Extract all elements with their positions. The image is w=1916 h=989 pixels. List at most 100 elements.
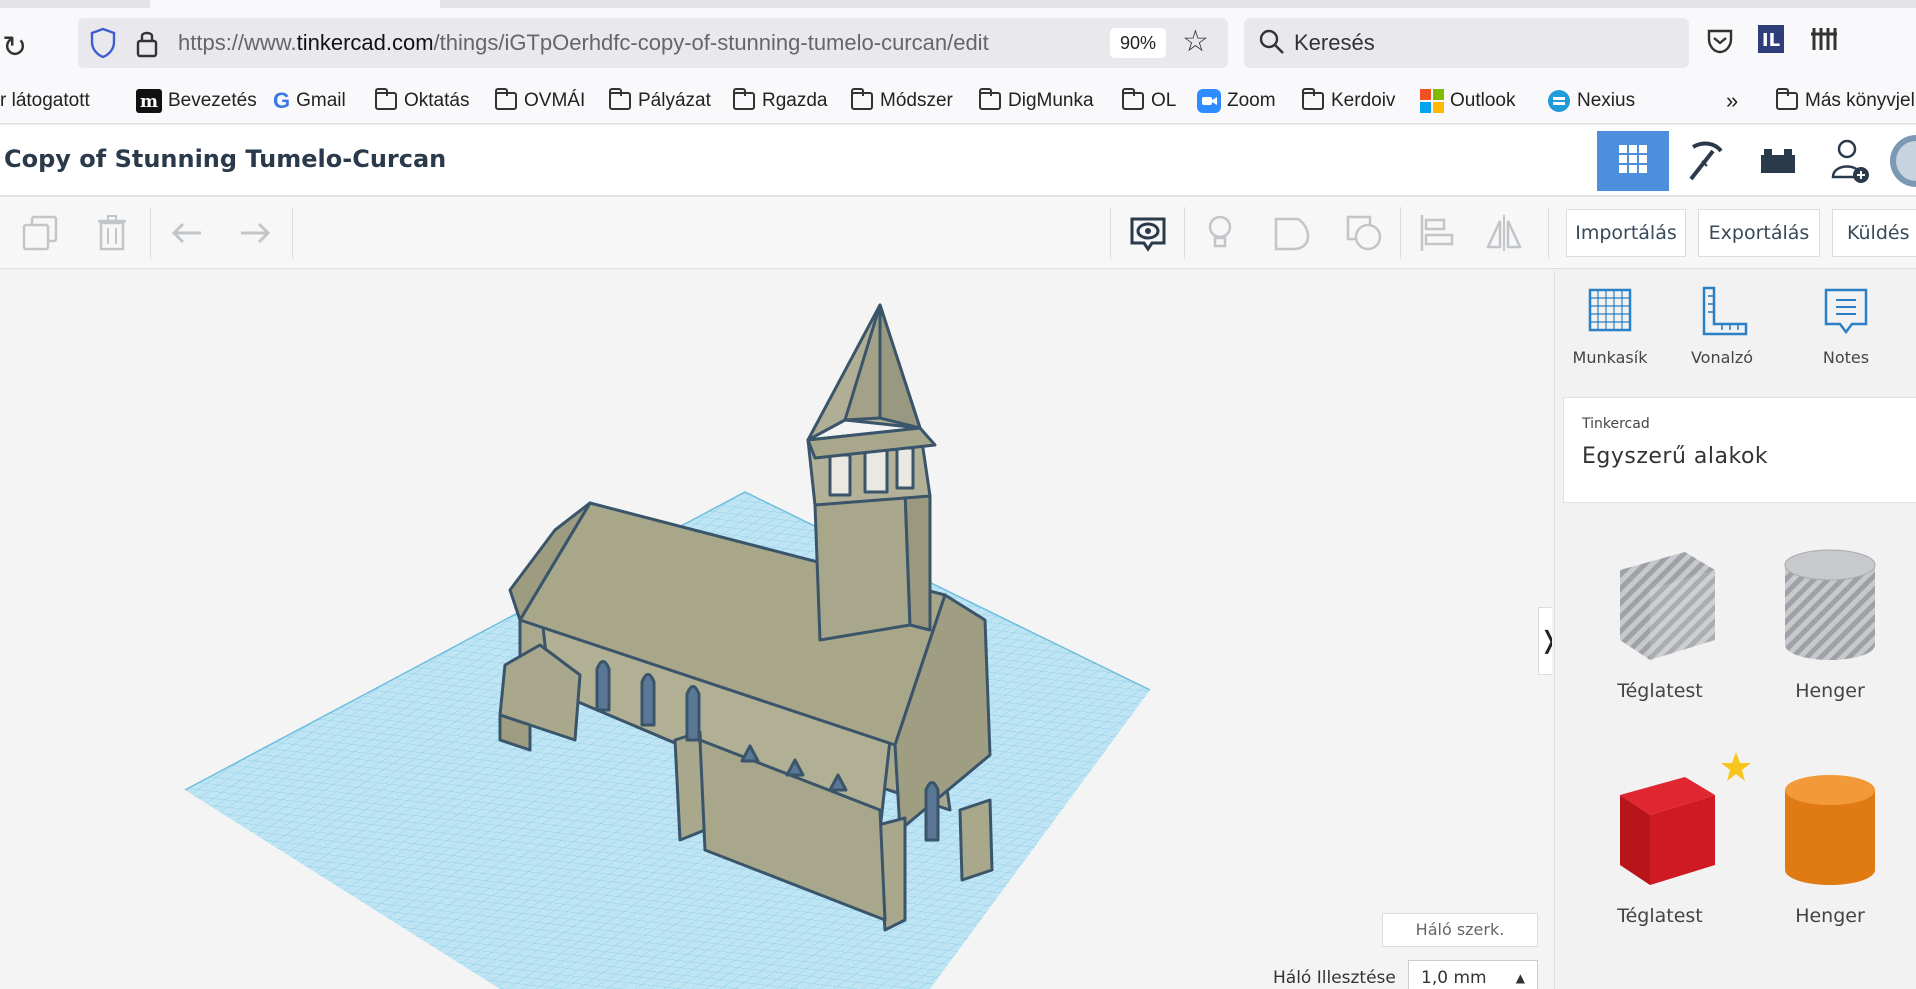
tab-strip — [0, 0, 1916, 8]
extension-bars-icon[interactable] — [1810, 24, 1838, 54]
lock-icon[interactable] — [134, 26, 160, 60]
cylinder-hole-icon — [1784, 549, 1876, 660]
duplicate-icon[interactable] — [18, 211, 62, 255]
send-to-button[interactable]: Küldés — [1832, 209, 1916, 257]
bookmark-label: Nexius — [1577, 90, 1636, 111]
trash-icon[interactable] — [90, 211, 134, 255]
bookmark-kerdoiv[interactable]: Kerdoiv — [1302, 86, 1395, 116]
workplane-viewport[interactable]: Háló szerk. Háló Illesztése 1,0 mm ▲ ❭ — [0, 270, 1552, 989]
nexius-icon — [1548, 90, 1570, 112]
lightbulb-icon[interactable] — [1198, 211, 1242, 255]
url-text[interactable]: https://www.tinkercad.com/things/iGTpOer… — [178, 30, 989, 56]
bookmark-ol[interactable]: OL — [1122, 86, 1176, 116]
scene-canvas — [184, 303, 1151, 989]
shape-cylinder-hole[interactable]: Henger — [1755, 540, 1905, 702]
export-button[interactable]: Exportálás — [1698, 209, 1820, 257]
active-tab[interactable] — [150, 0, 440, 8]
toolbar-divider — [1110, 207, 1111, 259]
workplane-tool[interactable]: Munkasík — [1555, 284, 1665, 367]
mirror-icon[interactable] — [1482, 211, 1526, 255]
undo-icon[interactable] — [165, 211, 209, 255]
edit-grid-button[interactable]: Háló szerk. — [1382, 913, 1538, 947]
app-header: Copy of Stunning Tumelo-Curcan — [0, 125, 1916, 197]
shape-box-hole[interactable]: Téglatest — [1585, 540, 1735, 702]
microsoft-icon — [1420, 89, 1444, 113]
favorite-star-icon[interactable] — [1719, 750, 1753, 784]
shape-library-selector[interactable]: Tinkercad Egyszerű alakok — [1563, 397, 1916, 503]
ungroup-icon[interactable] — [1342, 211, 1386, 255]
cylinder-icon — [1785, 775, 1875, 885]
library-name: Egyszerű alakok — [1582, 444, 1769, 469]
ruler-tool-label: Vonalzó — [1690, 348, 1754, 367]
bookmark-gmail[interactable]: G Gmail — [273, 86, 346, 116]
pocket-icon[interactable] — [1705, 26, 1735, 56]
bookmark-oktatas[interactable]: Oktatás — [375, 86, 469, 116]
import-button[interactable]: Importálás — [1566, 209, 1686, 257]
shape-box[interactable]: Téglatest — [1585, 765, 1735, 927]
shape-label: Téglatest — [1617, 680, 1703, 702]
notes-icon — [1824, 288, 1868, 335]
svg-text:IL: IL — [1762, 30, 1780, 51]
toolbar-divider — [150, 207, 151, 259]
folder-icon — [609, 88, 631, 110]
box-hole-icon — [1620, 552, 1715, 660]
bookmark-modszer[interactable]: Módszer — [851, 86, 953, 116]
chevron-right-icon: ❭ — [1539, 626, 1552, 654]
reload-icon[interactable]: ↻ — [2, 30, 27, 65]
shape-label: Henger — [1795, 905, 1865, 927]
bookmark-label: Pályázat — [638, 90, 711, 111]
redo-icon[interactable] — [233, 211, 277, 255]
bookmark-star-icon[interactable]: ☆ — [1182, 24, 1209, 59]
3d-view-button[interactable] — [1597, 131, 1669, 191]
shape-label: Téglatest — [1617, 905, 1703, 927]
bookmark-label: Rgazda — [762, 90, 828, 111]
snap-grid-label: Háló Illesztése — [1273, 968, 1396, 988]
folder-icon — [1302, 88, 1324, 110]
zoom-level-badge[interactable]: 90% — [1110, 28, 1166, 58]
add-user-icon — [1831, 139, 1869, 183]
shape-label: Henger — [1795, 680, 1865, 702]
ruler-tool[interactable]: Vonalzó — [1667, 284, 1777, 367]
search-input[interactable]: Keresés — [1244, 18, 1689, 68]
show-all-eye-icon[interactable] — [1126, 211, 1170, 255]
folder-icon — [1122, 88, 1144, 110]
bookmark-ovmai[interactable]: OVMÁI — [495, 86, 585, 116]
shape-cylinder[interactable]: Henger — [1755, 765, 1905, 927]
group-icon[interactable] — [1270, 211, 1314, 255]
bookmark-outlook[interactable]: Outlook — [1420, 86, 1515, 116]
toolbar-divider — [1400, 207, 1401, 259]
bookmark-zoom[interactable]: Zoom — [1197, 86, 1276, 116]
bookmark-bevezetes[interactable]: m Bevezetés — [136, 86, 257, 116]
notes-tool[interactable]: Notes — [1791, 284, 1901, 367]
panel-collapse-button[interactable]: ❭ — [1538, 607, 1552, 675]
bookmark-nexius[interactable]: Nexius — [1547, 86, 1635, 116]
overflow-chevron-icon: » — [1726, 88, 1739, 113]
notes-tool-label: Notes — [1822, 348, 1870, 367]
bookmark-label: Gmail — [296, 90, 346, 111]
pickaxe-icon — [1689, 141, 1723, 181]
blocks-button[interactable] — [1669, 131, 1741, 191]
bookmark-other-bookmarks[interactable]: Más könyvjel — [1776, 86, 1915, 116]
design-title[interactable]: Copy of Stunning Tumelo-Curcan — [4, 145, 446, 173]
snap-grid-select[interactable]: 1,0 mm ▲ — [1408, 960, 1538, 989]
bricks-button[interactable] — [1741, 131, 1813, 191]
box-icon — [1620, 777, 1715, 885]
invite-button[interactable] — [1813, 131, 1885, 191]
3d-view-grid-icon — [1619, 145, 1647, 173]
bookmarks-overflow-button[interactable]: » — [1726, 86, 1738, 116]
extension-il-icon[interactable]: IL — [1757, 24, 1785, 54]
bookmark-rgazda[interactable]: Rgazda — [733, 86, 828, 116]
folder-icon — [495, 88, 517, 110]
tracking-shield-icon[interactable] — [88, 26, 118, 60]
url-bar[interactable]: https://www.tinkercad.com/things/iGTpOer… — [78, 18, 1228, 68]
user-avatar-button[interactable] — [1885, 131, 1916, 191]
folder-icon — [1776, 88, 1798, 110]
bookmark-palyazat[interactable]: Pályázat — [609, 86, 711, 116]
brick-icon — [1761, 149, 1795, 173]
align-icon[interactable] — [1414, 211, 1458, 255]
bookmark-most-visited[interactable]: r látogatott — [0, 86, 90, 116]
bookmark-label: DigMunka — [1008, 90, 1094, 111]
bookmark-label: Outlook — [1450, 90, 1516, 111]
folder-icon — [851, 88, 873, 110]
bookmark-digmunka[interactable]: DigMunka — [979, 86, 1094, 116]
